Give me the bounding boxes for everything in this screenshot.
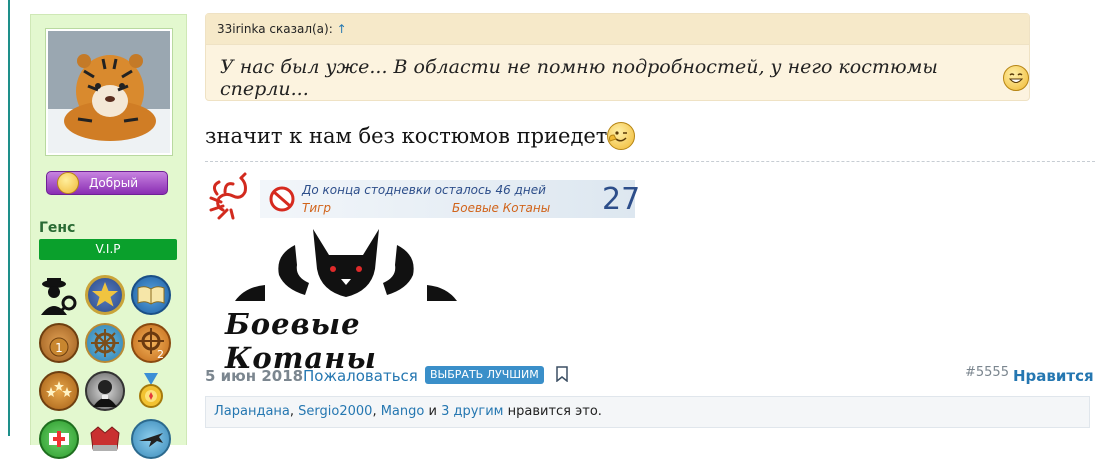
likes-and: и (424, 404, 442, 419)
countdown-text: До конца стодневки осталось 46 дней (302, 183, 546, 197)
countdown-days: 27 (602, 182, 641, 217)
liker-link[interactable]: Sergio2000 (298, 404, 372, 419)
post-date[interactable]: 5 июн 2018 (205, 367, 303, 385)
first-aid-icon[interactable] (39, 419, 79, 459)
countdown-banner[interactable]: До конца стодневки осталось 46 дней Тигр… (260, 180, 640, 218)
report-link[interactable]: Пожаловаться (303, 367, 418, 385)
portrait-icon[interactable] (85, 371, 125, 411)
quote-block: 33irinka сказал(а): ↑ У нас был уже... В… (205, 13, 1030, 101)
wink-emoji-icon (607, 122, 636, 150)
avatar[interactable] (46, 29, 172, 155)
like-button[interactable]: Нравится (1013, 367, 1094, 385)
ship-wheel-2-icon[interactable]: 2 (131, 323, 171, 363)
post-meta: 5 июн 2018 Пожаловаться ВЫБРАТЬ ЛУЧШИМ #… (205, 365, 1094, 387)
star-medal-icon[interactable] (85, 275, 125, 315)
user-title-badge: V.I.P (39, 239, 177, 260)
scorpion-icon (205, 170, 257, 222)
grin-emoji-icon (1003, 65, 1029, 91)
quote-header: 33irinka сказал(а): ↑ (206, 14, 1029, 45)
reputation-button[interactable]: Добрый (46, 171, 168, 195)
likes-separator: , (372, 404, 381, 419)
likes-others-link[interactable]: 3 другим (441, 404, 503, 419)
countdown-team: Боевые Котаны (452, 201, 551, 215)
liker-link[interactable]: Mango (381, 404, 425, 419)
user-sidebar: Добрый Генс V.I.P 1 2 (30, 14, 187, 459)
cat-logo-icon (235, 229, 457, 301)
likes-separator: , (289, 404, 299, 419)
svg-text:1: 1 (55, 341, 63, 355)
quote-author: 33irinka сказал(а): (217, 22, 333, 36)
post-message: значит к нам без костюмов приедет (205, 122, 636, 150)
team-logo: Боевые Котаны (205, 225, 487, 375)
signature-separator (205, 161, 1095, 162)
book-icon[interactable] (131, 275, 171, 315)
bookmark-icon[interactable] (556, 366, 568, 383)
bronze-medal-icon[interactable]: 1 (39, 323, 79, 363)
post-number[interactable]: #5555 (965, 365, 1009, 380)
smile-icon (57, 172, 79, 194)
liker-link[interactable]: Ларандана (214, 404, 290, 419)
ship-wheel-icon[interactable] (85, 323, 125, 363)
crown-icon[interactable] (85, 419, 125, 459)
likes-summary: Ларандана, Sergio2000, Mango и 3 другим … (205, 396, 1090, 428)
reputation-label: Добрый (89, 176, 139, 190)
svg-text:2: 2 (157, 348, 164, 361)
countdown-name: Тигр (302, 201, 332, 215)
plane-icon[interactable] (131, 419, 171, 459)
quote-body: У нас был уже... В области не помню подр… (206, 45, 1029, 100)
username[interactable]: Генс (39, 220, 75, 236)
quote-jump-arrow[interactable]: ↑ (337, 22, 347, 36)
tiger-avatar-image (48, 31, 170, 153)
no-sign-icon (269, 186, 295, 212)
detective-icon[interactable] (39, 275, 79, 315)
page-left-edge (0, 0, 18, 436)
likes-suffix: нравится это. (503, 404, 602, 419)
select-best-button[interactable]: ВЫБРАТЬ ЛУЧШИМ (425, 366, 544, 384)
message-text: значит к нам без костюмов приедет (205, 124, 608, 148)
quote-text: У нас был уже... В области не помню подр… (220, 56, 938, 100)
gold-medal-icon[interactable] (131, 371, 171, 411)
stars-medal-icon[interactable] (39, 371, 79, 411)
